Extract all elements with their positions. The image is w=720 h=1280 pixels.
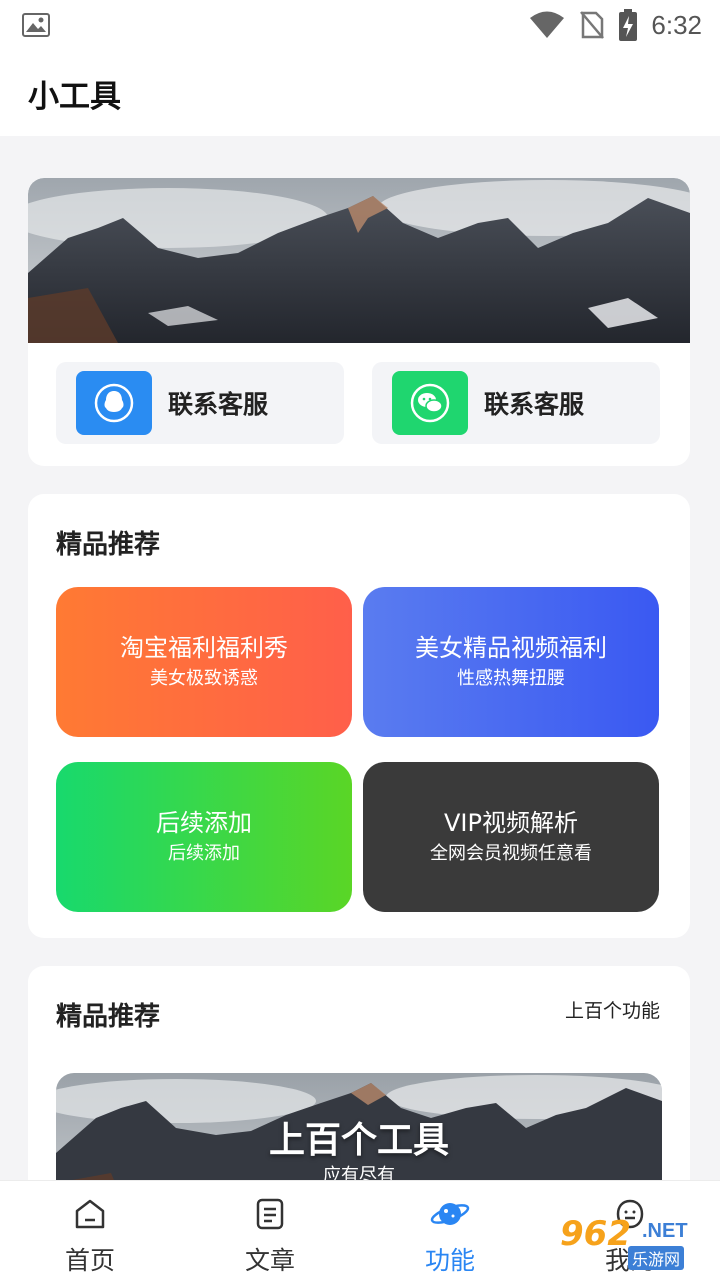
tile-title: VIP视频解析	[444, 809, 578, 837]
page-title: 小工具	[28, 78, 121, 115]
more-link[interactable]: 上百个功能	[565, 996, 660, 1023]
wechat-icon	[392, 371, 468, 435]
contact-wechat-button[interactable]: 联系客服	[372, 362, 660, 444]
watermark-site: 乐游网	[628, 1246, 685, 1270]
tools-banner[interactable]: 上百个工具 应有尽有	[56, 1073, 662, 1180]
watermark-net: .NET	[642, 1220, 688, 1242]
section-title: 精品推荐	[56, 530, 161, 560]
tile-coming-soon[interactable]: 后续添加 后续添加	[56, 762, 352, 912]
site-watermark: 962 .NET 乐游网	[560, 1214, 710, 1272]
image-icon	[22, 13, 50, 37]
tile-subtitle: 性感热舞扭腰	[457, 668, 565, 689]
nav-article-label: 文章	[244, 1246, 295, 1275]
planet-icon	[430, 1197, 470, 1235]
status-bar: 6:32	[0, 0, 720, 50]
home-icon	[73, 1197, 107, 1235]
wifi-icon	[529, 11, 565, 39]
banner-title: 上百个工具	[268, 1120, 449, 1161]
bottom-navigation: 首页 文章 功能 我的 962 .NET 乐游网	[0, 1180, 720, 1280]
battery-charging-icon	[619, 9, 638, 41]
nav-features[interactable]: 功能	[360, 1181, 540, 1280]
section-title: 精品推荐	[56, 1002, 161, 1032]
tile-vip-video-parse[interactable]: VIP视频解析 全网会员视频任意看	[363, 762, 659, 912]
tile-subtitle: 美女极致诱惑	[150, 668, 258, 689]
contact-qq-button[interactable]: 联系客服	[56, 362, 344, 444]
tile-subtitle: 后续添加	[168, 843, 240, 864]
contact-qq-label: 联系客服	[168, 390, 269, 419]
contact-card: 联系客服 联系客服	[28, 178, 690, 466]
main-content[interactable]: 联系客服 联系客服 精品推荐 淘宝福利福利秀 美女极致诱惑 美女精品视频福利 性…	[0, 136, 720, 1180]
tile-taobao-welfare[interactable]: 淘宝福利福利秀 美女极致诱惑	[56, 587, 352, 737]
nav-home-label: 首页	[64, 1246, 115, 1275]
qq-icon	[76, 371, 152, 435]
recommend-card: 精品推荐 淘宝福利福利秀 美女极致诱惑 美女精品视频福利 性感热舞扭腰 后续添加…	[28, 494, 690, 938]
app-bar: 小工具	[0, 50, 720, 136]
watermark-number: 962	[560, 1214, 631, 1254]
contact-wechat-label: 联系客服	[484, 390, 585, 419]
article-icon	[253, 1197, 287, 1235]
tile-title: 淘宝福利福利秀	[120, 634, 288, 662]
nav-features-label: 功能	[424, 1246, 475, 1275]
tools-card: 精品推荐 上百个功能 上百个工具 应有尽有	[28, 966, 690, 1180]
nav-article[interactable]: 文章	[180, 1181, 360, 1280]
mountain-banner[interactable]	[28, 178, 690, 343]
nav-home[interactable]: 首页	[0, 1181, 180, 1280]
clock: 6:32	[651, 9, 702, 40]
banner-subtitle: 应有尽有	[323, 1165, 395, 1180]
tile-title: 后续添加	[156, 809, 252, 837]
tile-subtitle: 全网会员视频任意看	[430, 843, 592, 864]
tile-video-welfare[interactable]: 美女精品视频福利 性感热舞扭腰	[363, 587, 659, 737]
no-sim-icon	[579, 10, 605, 40]
tile-title: 美女精品视频福利	[415, 634, 607, 662]
